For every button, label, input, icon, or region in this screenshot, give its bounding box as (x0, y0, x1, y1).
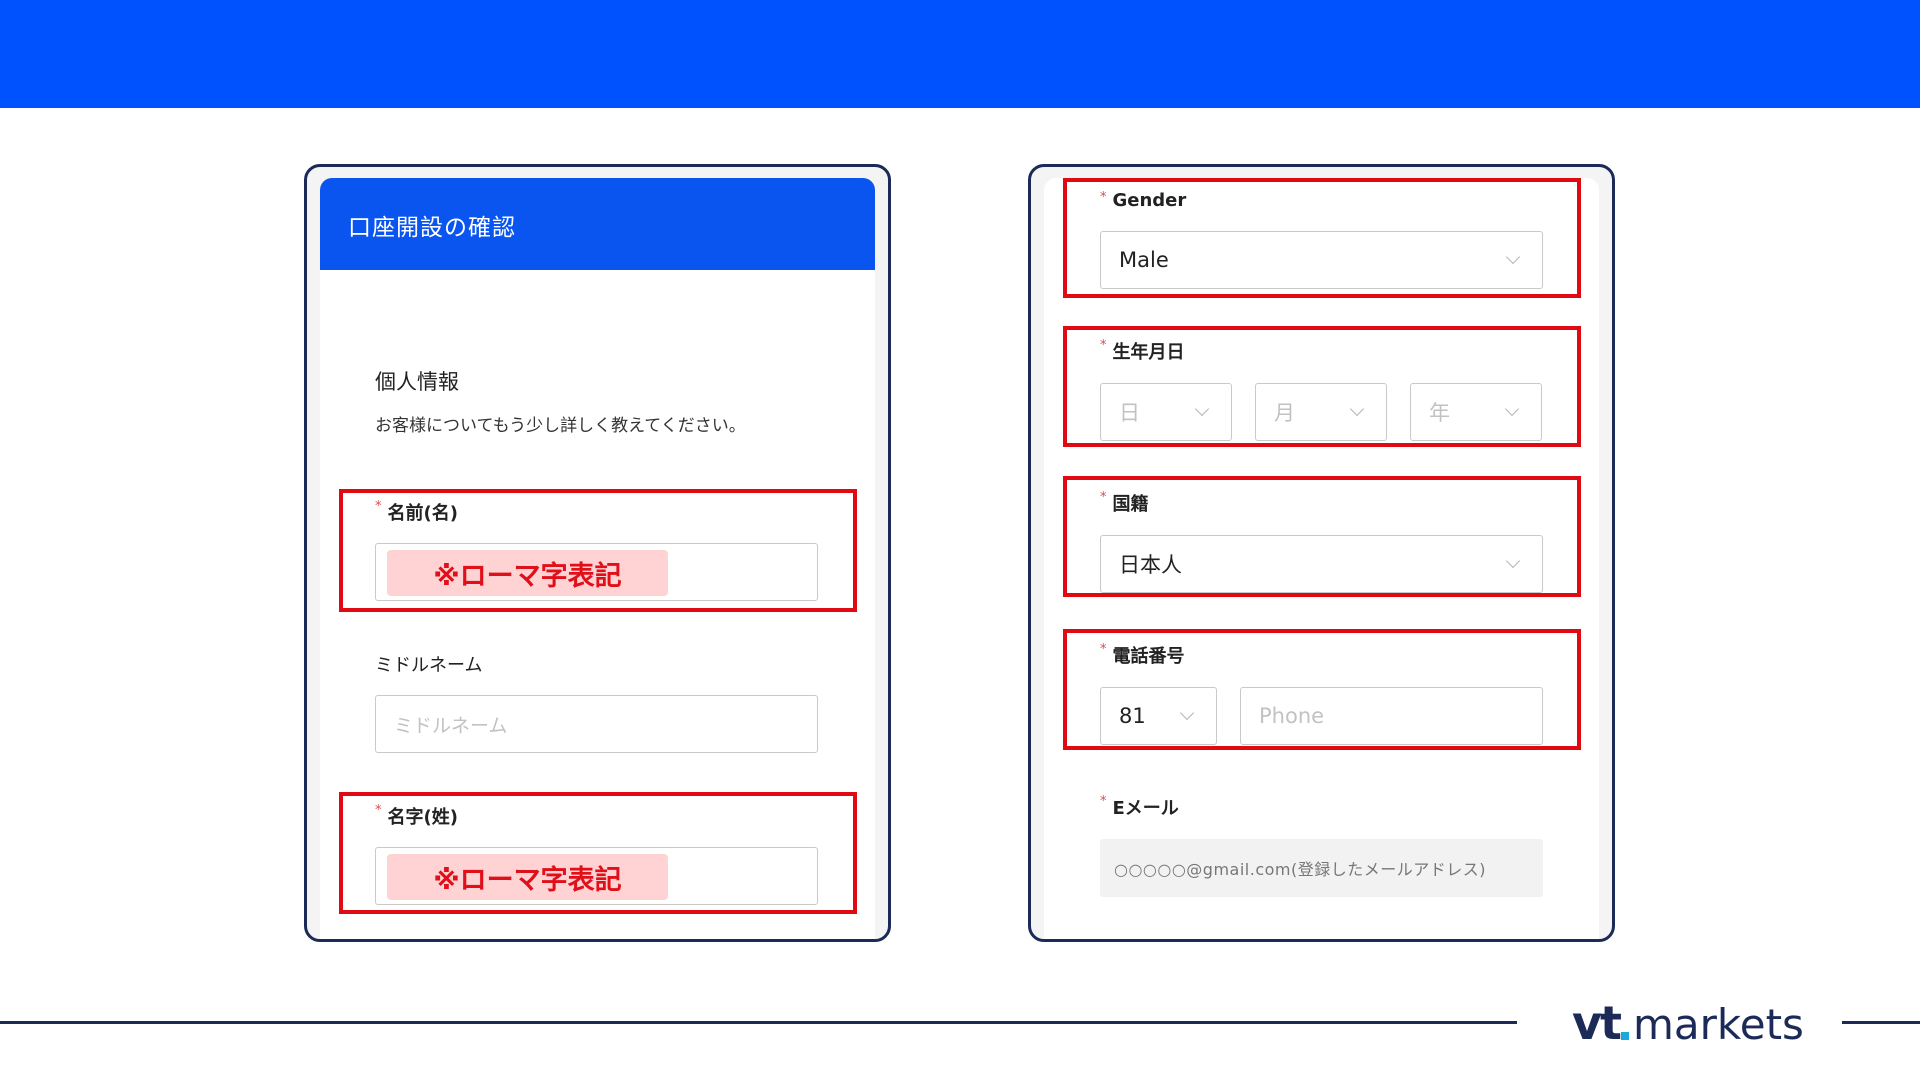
email-label: * Eメール (1100, 794, 1179, 820)
email-field: ○○○○○@gmail.com(登録したメールアドレス) (1100, 839, 1543, 897)
section-description: お客様についてもう少し詳しく教えてください。 (375, 416, 746, 436)
email-label-text: Eメール (1112, 798, 1179, 819)
logo-vt-text: vt (1572, 996, 1622, 1050)
last-name-highlight (339, 792, 857, 914)
vt-markets-logo: vt markets (1572, 998, 1804, 1046)
footer-divider-left (0, 1021, 1517, 1024)
form-header: 口座開設の確認 (320, 178, 875, 270)
birthdate-highlight (1063, 326, 1581, 447)
middle-name-input[interactable]: ミドルネーム (375, 695, 818, 753)
middle-name-placeholder: ミドルネーム (394, 714, 508, 737)
email-value: ○○○○○@gmail.com(登録したメールアドレス) (1114, 860, 1486, 879)
first-name-highlight (339, 489, 857, 612)
gender-highlight (1063, 178, 1581, 298)
form-title: 口座開設の確認 (348, 215, 516, 241)
top-banner (0, 0, 1920, 108)
required-mark: * (1100, 794, 1107, 809)
logo-dot (1620, 1032, 1629, 1040)
phone-highlight (1063, 629, 1581, 750)
section-title: 個人情報 (375, 370, 459, 394)
middle-name-label: ミドルネーム (375, 655, 483, 676)
nationality-highlight (1063, 476, 1581, 597)
logo-markets-text: markets (1632, 1000, 1804, 1049)
footer-divider-right (1842, 1021, 1920, 1024)
